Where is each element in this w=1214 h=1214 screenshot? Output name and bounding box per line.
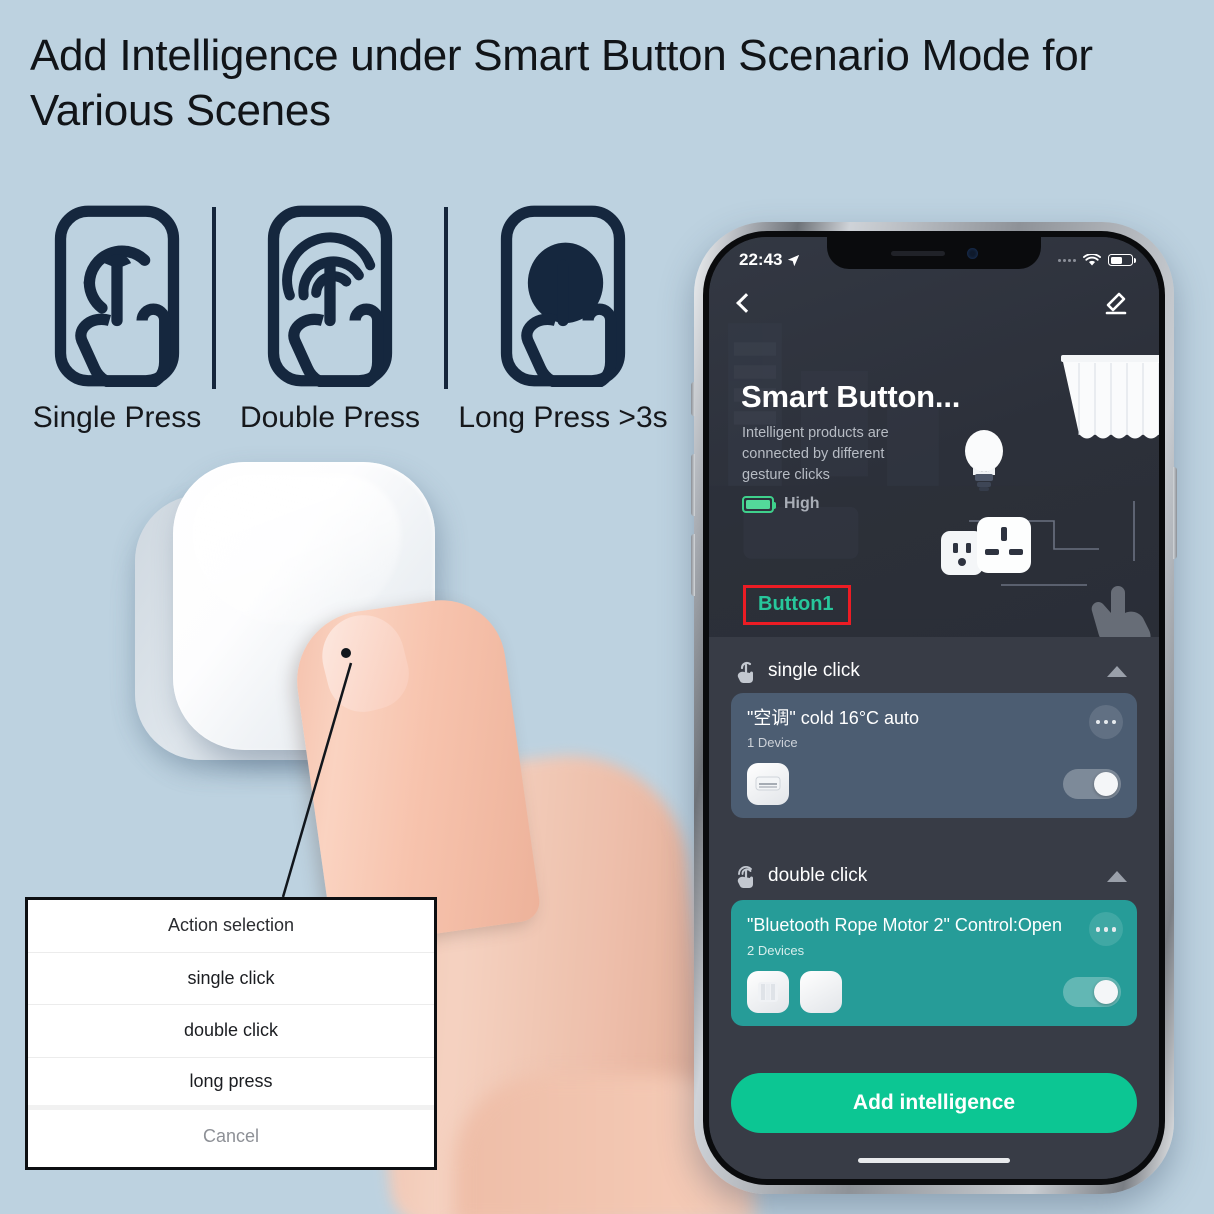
card-footer [747, 970, 1121, 1013]
dialog-option-long-press[interactable]: long press [28, 1058, 434, 1110]
hero-navbar [709, 281, 1159, 325]
battery-icon [1108, 254, 1136, 266]
phone-screen: 22:43 Smart Button... Intelligent produc… [709, 237, 1159, 1179]
callout-anchor-dot [341, 648, 351, 658]
back-chevron-icon[interactable] [736, 293, 756, 313]
group-label: double click [768, 865, 868, 887]
group-label: single click [768, 660, 860, 681]
caret-up-icon[interactable] [1107, 665, 1127, 677]
hero-battery-status: High [742, 495, 820, 513]
caret-up-icon[interactable] [1107, 870, 1127, 882]
gesture-item-double-press: Double Press [216, 205, 444, 435]
gesture-label: Single Press [32, 401, 202, 434]
blank-device-icon [800, 970, 842, 1013]
phone-bezel: 22:43 Smart Button... Intelligent produc… [703, 231, 1165, 1185]
gesture-label: Long Press >3s [458, 401, 668, 434]
status-bar-left: 22:43 [739, 250, 800, 270]
power-outlets-art [941, 517, 1031, 575]
dialog-option-double-click[interactable]: double click [28, 1005, 434, 1058]
curtain-motor-icon [747, 970, 789, 1013]
card-title: "Bluetooth Rope Motor 2" Control:Open [747, 915, 1062, 936]
card-device-count: 1 Device [747, 735, 798, 751]
card-toggle-switch[interactable] [1063, 976, 1121, 1007]
hero-device-title: Smart Button... [741, 379, 961, 414]
single-click-gesture-icon [737, 661, 753, 683]
more-dots-icon[interactable] [1089, 912, 1123, 947]
gesture-label: Double Press [239, 401, 421, 434]
double-click-gesture-icon [737, 866, 753, 889]
home-indicator[interactable] [858, 1158, 1010, 1163]
phone-mockup: 22:43 Smart Button... Intelligent produc… [691, 222, 1177, 1194]
dialog-title: Action selection [28, 900, 434, 953]
single-press-icon [54, 205, 180, 387]
wifi-icon [1083, 253, 1101, 266]
device-hero-section: Smart Button... Intelligent products are… [709, 237, 1159, 637]
card-title: "空调" cold 16°C auto [747, 708, 920, 728]
page-title: Add Intelligence under Smart Button Scen… [30, 31, 1093, 135]
card-device-icons [747, 763, 789, 806]
gesture-legend: Single Press Double Press Long Press >3s [22, 205, 692, 450]
more-dots-icon[interactable] [1089, 705, 1123, 739]
status-bar-right [1058, 253, 1136, 267]
smart-button-product-photo [95, 440, 542, 949]
card-footer [747, 763, 1121, 806]
air-conditioner-icon [747, 763, 789, 806]
hero-device-description: Intelligent products are connected by di… [742, 425, 889, 484]
button1-label: Button1 [758, 593, 834, 615]
phone-mute-switch[interactable] [691, 382, 695, 416]
group-header-double-click[interactable]: double click [731, 858, 1137, 898]
automation-list: single click "空调" cold 16°C auto 1 Devic… [709, 637, 1159, 1179]
card-device-count: 2 Devices [747, 942, 805, 958]
button1-highlight-box[interactable]: Button1 [743, 585, 851, 625]
phone-volume-up-button[interactable] [691, 454, 695, 516]
card-toggle-switch[interactable] [1063, 769, 1121, 800]
location-arrow-icon [788, 254, 800, 266]
product-highlight [191, 474, 401, 624]
gesture-item-single-press: Single Press [22, 205, 212, 435]
action-selection-dialog[interactable]: Action selection single click double cli… [25, 897, 437, 1170]
long-press-icon [500, 205, 626, 387]
signal-dots-icon [1058, 258, 1076, 262]
pointing-hand-art [1091, 586, 1151, 637]
battery-full-icon [742, 495, 776, 513]
automation-card-double-click[interactable]: "Bluetooth Rope Motor 2" Control:Open 2 … [731, 900, 1137, 1026]
phone-volume-down-button[interactable] [691, 534, 695, 596]
front-camera [966, 247, 978, 259]
battery-level-label: High [784, 495, 820, 512]
automation-card-single-click[interactable]: "空调" cold 16°C auto 1 Device [731, 693, 1137, 819]
double-press-icon [267, 205, 393, 387]
pencil-edit-icon[interactable] [1103, 290, 1129, 316]
dialog-option-single-click[interactable]: single click [28, 953, 434, 1005]
group-header-single-click[interactable]: single click [731, 653, 1137, 693]
light-bulb-art [965, 430, 1003, 491]
curtain-blinds-art [1061, 355, 1159, 439]
phone-power-button[interactable] [1173, 467, 1177, 559]
dialog-cancel-button[interactable]: Cancel [28, 1110, 434, 1163]
gesture-item-long-press: Long Press >3s [448, 205, 678, 435]
status-time: 22:43 [739, 250, 783, 269]
add-intelligence-button[interactable]: Add intelligence [731, 1073, 1137, 1133]
card-device-icons [747, 970, 842, 1013]
earpiece-speaker [890, 250, 945, 256]
phone-notch [827, 237, 1041, 269]
